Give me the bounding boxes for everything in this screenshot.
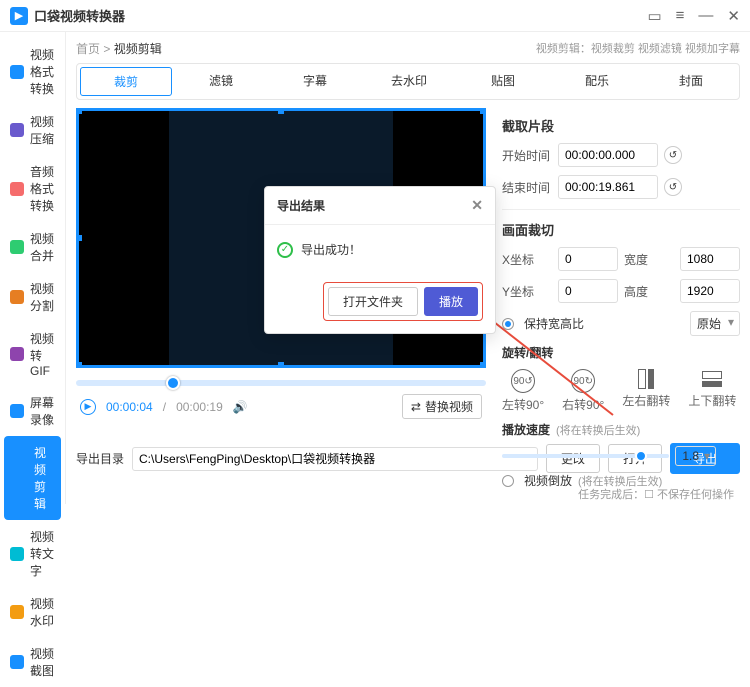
sidebar-item-label: 音频格式转换 [30,163,55,214]
modal-close-icon[interactable]: ✕ [471,197,483,214]
app-logo: ▶ [10,7,28,25]
sidebar-item-7[interactable]: 视频剪辑 [4,436,61,520]
sidebar-item-5[interactable]: 视频转GIF [0,322,65,386]
tab-裁剪[interactable]: 裁剪 [80,67,172,96]
tab-去水印[interactable]: 去水印 [364,67,454,96]
sidebar-item-label: 视频转文字 [30,528,55,579]
volume-icon[interactable]: 🔊 [233,400,248,414]
speed-slider[interactable] [502,454,669,458]
sidebar-item-label: 视频截图 [30,645,55,679]
sidebar-item-2[interactable]: 音频格式转换 [0,155,65,222]
success-icon: ✓ [277,242,293,258]
statusbar: 任务完成后：☐ 不保存任何操作 [76,484,740,504]
tab-滤镜[interactable]: 滤镜 [176,67,266,96]
rotate-right-button[interactable]: 90↻右转90° [562,369,604,413]
change-path-button[interactable]: 更改 [546,444,600,473]
speed-select[interactable]: 1.8 [675,446,716,466]
sidebar-item-4[interactable]: 视频分割 [0,272,65,322]
sidebar-icon [10,655,24,669]
sidebar-item-label: 视频合并 [30,230,55,264]
export-path-input[interactable] [132,447,538,471]
sidebar-item-3[interactable]: 视频合并 [0,222,65,272]
x-input[interactable] [558,247,618,271]
app-title: 口袋视频转换器 [34,6,125,25]
flip-h-button[interactable]: 左右翻转 [622,369,670,413]
sidebar-item-6[interactable]: 屏幕录像 [0,386,65,436]
total-time: 00:00:19 [176,400,223,414]
sidebar-item-8[interactable]: 视频转文字 [0,520,65,587]
width-input[interactable] [680,247,740,271]
rotate-left-button[interactable]: 90↺左转90° [502,369,544,413]
reset-start-icon[interactable]: ↺ [664,146,682,164]
rotate-title: 旋转/翻转 [502,344,740,361]
sidebar-icon [14,471,28,485]
swap-icon: ⇄ [411,400,421,414]
sidebar-icon [10,240,24,254]
section-crop: 画面裁切 [502,220,740,239]
sidebar-item-label: 视频格式转换 [30,46,55,97]
sidebar-icon [10,404,24,418]
aspect-radio[interactable] [502,318,514,330]
sidebar-icon [10,65,24,79]
height-input[interactable] [680,279,740,303]
success-text: 导出成功！ [301,241,361,258]
sidebar-item-10[interactable]: 视频截图 [0,637,65,687]
reset-end-icon[interactable]: ↺ [664,178,682,196]
sidebar-item-label: 视频剪辑 [34,444,51,512]
sidebar-icon [10,182,24,196]
timeline-slider[interactable] [76,380,486,386]
aspect-select[interactable]: 原始 [690,311,740,336]
sidebar-item-label: 屏幕录像 [30,394,55,428]
tab-封面[interactable]: 封面 [646,67,736,96]
export-dir-label: 导出目录 [76,450,124,467]
export-result-dialog: 导出结果 ✕ ✓ 导出成功！ 打开文件夹 播放 [264,186,496,334]
menu-icon[interactable]: ≡ [676,7,685,24]
tab-贴图[interactable]: 贴图 [458,67,548,96]
replace-video-button[interactable]: ⇄ 替换视频 [402,394,482,419]
sidebar-item-0[interactable]: 视频格式转换 [0,38,65,105]
flip-v-button[interactable]: 上下翻转 [688,369,736,413]
tab-配乐[interactable]: 配乐 [552,67,642,96]
sidebar-item-label: 视频转GIF [30,330,55,378]
section-clip: 截取片段 [502,116,740,135]
close-icon[interactable]: ✕ [727,7,740,25]
sidebar-icon [10,123,24,137]
open-folder-icon[interactable]: ▭ [647,7,661,25]
current-time: 00:00:04 [106,400,153,414]
sidebar-item-label: 视频分割 [30,280,55,314]
open-folder-button[interactable]: 打开文件夹 [328,287,418,316]
hint-text: 视频剪辑：视频裁剪 视频滤镜 视频加字幕 [536,40,740,56]
sidebar-item-1[interactable]: 视频压缩 [0,105,65,155]
minimize-icon[interactable]: — [698,7,713,24]
sidebar-icon [10,547,24,561]
y-input[interactable] [558,279,618,303]
sidebar-item-label: 视频压缩 [30,113,55,147]
sidebar-icon [10,347,24,361]
sidebar-icon [10,605,24,619]
start-time-input[interactable] [558,143,658,167]
sidebar-item-label: 视频水印 [30,595,55,629]
play-button[interactable]: ▶ [80,399,96,415]
sidebar-icon [10,290,24,304]
play-result-button[interactable]: 播放 [424,287,478,316]
modal-title: 导出结果 [277,197,325,214]
end-time-input[interactable] [558,175,658,199]
sidebar-item-9[interactable]: 视频水印 [0,587,65,637]
tab-字幕[interactable]: 字幕 [270,67,360,96]
